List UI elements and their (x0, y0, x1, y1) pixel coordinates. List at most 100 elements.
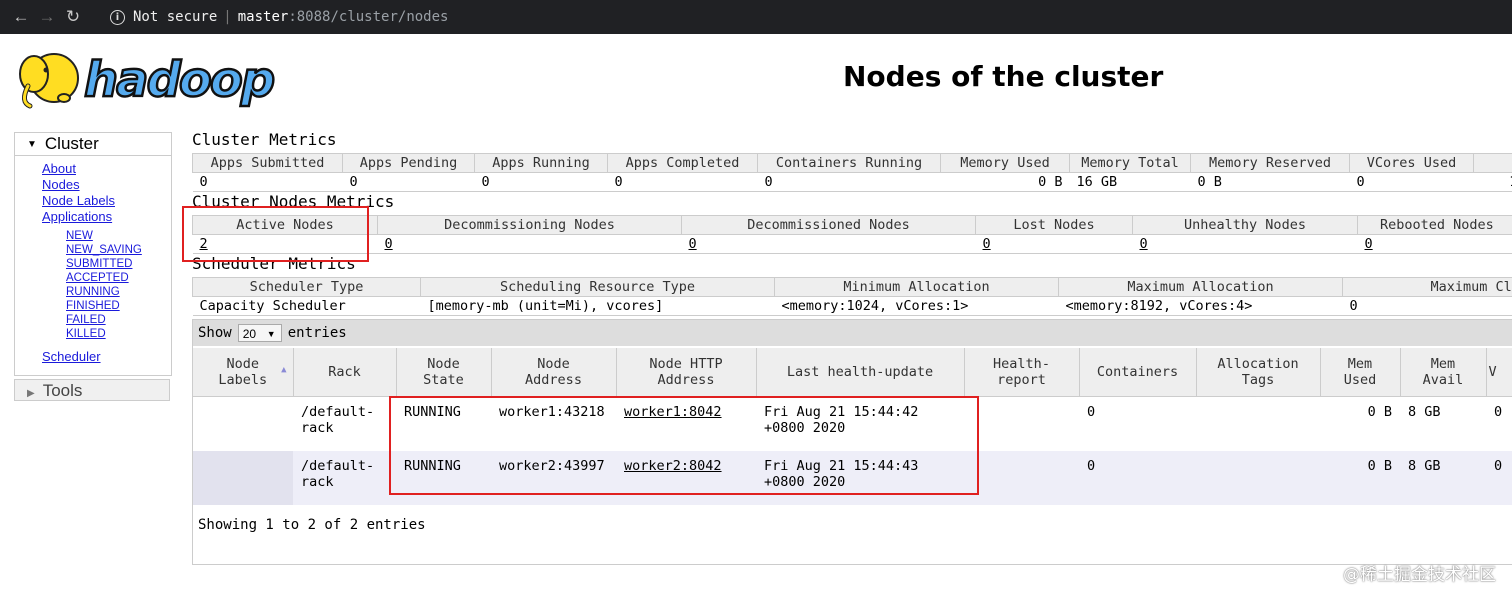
cell-rack: /default-rack (293, 396, 396, 451)
cell-node-labels (193, 451, 293, 505)
cell-health-report (964, 451, 1079, 505)
nodes-metrics-value-row: 2 0 0 0 0 0 (192, 234, 1512, 254)
cell-health-report (964, 396, 1079, 451)
metric-value: 0 (1349, 172, 1474, 192)
column-header-node-state[interactable]: Node State (396, 348, 492, 397)
decommissioned-nodes-link[interactable]: 0 (681, 234, 976, 254)
cell-vcores: 0 (1486, 396, 1512, 451)
sidebar-link-node-labels[interactable]: Node Labels (42, 193, 171, 209)
column-header-mem-avail[interactable]: Mem Avail (1400, 348, 1487, 397)
highlight-box-node-rows (389, 396, 979, 495)
column-header: Apps Submitted (192, 153, 343, 173)
nodes-table-toolbar: Show 20 ▼ entries (193, 320, 1512, 346)
sidebar-cluster-label: Cluster (44, 134, 99, 153)
scheduler-metrics-table: Scheduler Type Scheduling Resource Type … (192, 277, 1512, 316)
security-label[interactable]: Not secure (133, 9, 217, 25)
highlight-box-active-nodes (182, 206, 369, 262)
page-size-select[interactable]: 20 ▼ (237, 324, 282, 342)
metric-value: 0 B (940, 172, 1070, 192)
sidebar-tools-label: Tools (42, 381, 83, 400)
metric-value: 0 (342, 172, 475, 192)
column-header-last-health-update[interactable]: Last health-update (756, 348, 965, 397)
nodes-metrics-table: Active Nodes Decommissioning Nodes Decom… (192, 215, 1512, 254)
sidebar-link-failed[interactable]: FAILED (66, 313, 171, 327)
show-label: Show (198, 325, 232, 341)
column-header-health-report[interactable]: Health-report (964, 348, 1080, 397)
nodes-metrics-header-row: Active Nodes Decommissioning Nodes Decom… (192, 215, 1512, 235)
column-header: Scheduler Type (192, 277, 421, 297)
back-arrow-icon[interactable]: ← (8, 7, 34, 27)
watermark: @稀土掘金技术社区 (1343, 565, 1496, 585)
nodes-table-header-row: Node Labels ▲ Rack Node State Node Address N… (193, 348, 1512, 397)
column-header-containers[interactable]: Containers (1079, 348, 1197, 397)
metric-value: [memory-mb (unit=Mi), vcores] (420, 296, 775, 316)
column-header-mem-used[interactable]: Mem Used (1320, 348, 1401, 397)
sidebar-link-killed[interactable]: KILLED (66, 327, 171, 341)
url-path[interactable]: :8088/cluster/nodes (288, 9, 448, 25)
sidebar-link-new[interactable]: NEW (66, 229, 171, 243)
hadoop-logo: hadoop (19, 51, 277, 109)
url-host[interactable]: master (238, 9, 289, 25)
cell-node-labels (193, 396, 293, 451)
column-header: Rebooted Nodes (1357, 215, 1512, 235)
sidebar-link-scheduler[interactable]: Scheduler (42, 349, 171, 365)
sidebar-link-running[interactable]: RUNNING (66, 285, 171, 299)
column-header: Unhealthy Nodes (1132, 215, 1358, 235)
address-bar[interactable]: i Not secure | master:8088/cluster/nodes (100, 4, 1512, 30)
forward-arrow-icon[interactable]: → (34, 7, 60, 27)
metric-value: 0 (757, 172, 941, 192)
column-header: Containers Running (757, 153, 941, 173)
cell-rack: /default-rack (293, 451, 396, 505)
sort-ascending-icon: ▲ (281, 365, 287, 375)
column-header: Minimum Allocation (774, 277, 1059, 297)
sidebar-link-accepted[interactable]: ACCEPTED (66, 271, 171, 285)
sidebar-link-submitted[interactable]: SUBMITTED (66, 257, 171, 271)
column-header-node-http-address[interactable]: Node HTTP Address (616, 348, 757, 397)
cluster-metrics-value-row: 0 0 0 0 0 0 B 16 GB 0 B 0 16 (192, 172, 1512, 192)
sidebar-link-about[interactable]: About (42, 161, 171, 177)
column-header: Scheduling Resource Type (420, 277, 775, 297)
entries-label: entries (287, 325, 347, 341)
triangle-right-icon: ▶ (27, 388, 35, 399)
metric-value: Capacity Scheduler (192, 296, 421, 316)
scheduler-metrics-header-row: Scheduler Type Scheduling Resource Type … (192, 277, 1512, 297)
rebooted-nodes-link[interactable]: 0 (1357, 234, 1512, 254)
cell-vcores: 0 (1486, 451, 1512, 505)
sidebar-link-finished[interactable]: FINISHED (66, 299, 171, 313)
column-header: Maximum Allocation (1058, 277, 1343, 297)
metric-value: <memory:8192, vCores:4> (1058, 296, 1343, 316)
info-icon[interactable]: i (110, 9, 125, 25)
chevron-down-icon: ▼ (266, 329, 276, 339)
sidebar-app-states: NEW NEW_SAVING SUBMITTED ACCEPTED RUNNIN… (42, 229, 171, 341)
column-header: Apps Running (474, 153, 608, 173)
metric-value: 0 (474, 172, 608, 192)
unhealthy-nodes-link[interactable]: 0 (1132, 234, 1358, 254)
cluster-metrics-header-row: Apps Submitted Apps Pending Apps Running… (192, 153, 1512, 173)
page-size-value: 20 (242, 327, 257, 341)
sidebar-cluster-panel: ▼ Cluster About Nodes Node Labels Applica… (14, 132, 172, 376)
column-header-rack[interactable]: Rack (293, 348, 397, 397)
column-header-node-labels[interactable]: Node Labels ▲ (193, 348, 294, 397)
cluster-metrics-table: Apps Submitted Apps Pending Apps Running… (192, 153, 1512, 192)
column-header: Decommissioning Nodes (377, 215, 682, 235)
column-header-node-address[interactable]: Node Address (491, 348, 617, 397)
sidebar-link-applications[interactable]: Applications (42, 209, 171, 225)
cell-mem-avail: 8 GB (1400, 451, 1486, 505)
column-header: Apps Completed (607, 153, 758, 173)
column-header-allocation-tags[interactable]: Allocation Tags (1196, 348, 1321, 397)
reload-icon[interactable]: ↻ (60, 7, 86, 27)
cell-mem-used: 0 B (1320, 396, 1400, 451)
decommissioning-nodes-link[interactable]: 0 (377, 234, 682, 254)
sidebar-link-new-saving[interactable]: NEW_SAVING (66, 243, 171, 257)
metric-value: 16 GB (1069, 172, 1191, 192)
cell-mem-used: 0 B (1320, 451, 1400, 505)
cell-containers: 0 (1079, 451, 1196, 505)
sidebar-link-nodes[interactable]: Nodes (42, 177, 171, 193)
column-header-vcores[interactable]: V (1486, 348, 1512, 397)
metric-value: 0 (1342, 296, 1512, 316)
sidebar-cluster-header[interactable]: ▼ Cluster (15, 133, 171, 156)
lost-nodes-link[interactable]: 0 (975, 234, 1133, 254)
cell-allocation-tags (1196, 396, 1320, 451)
sidebar-tools-header[interactable]: ▶ Tools (14, 379, 170, 401)
address-separator: | (223, 9, 232, 25)
